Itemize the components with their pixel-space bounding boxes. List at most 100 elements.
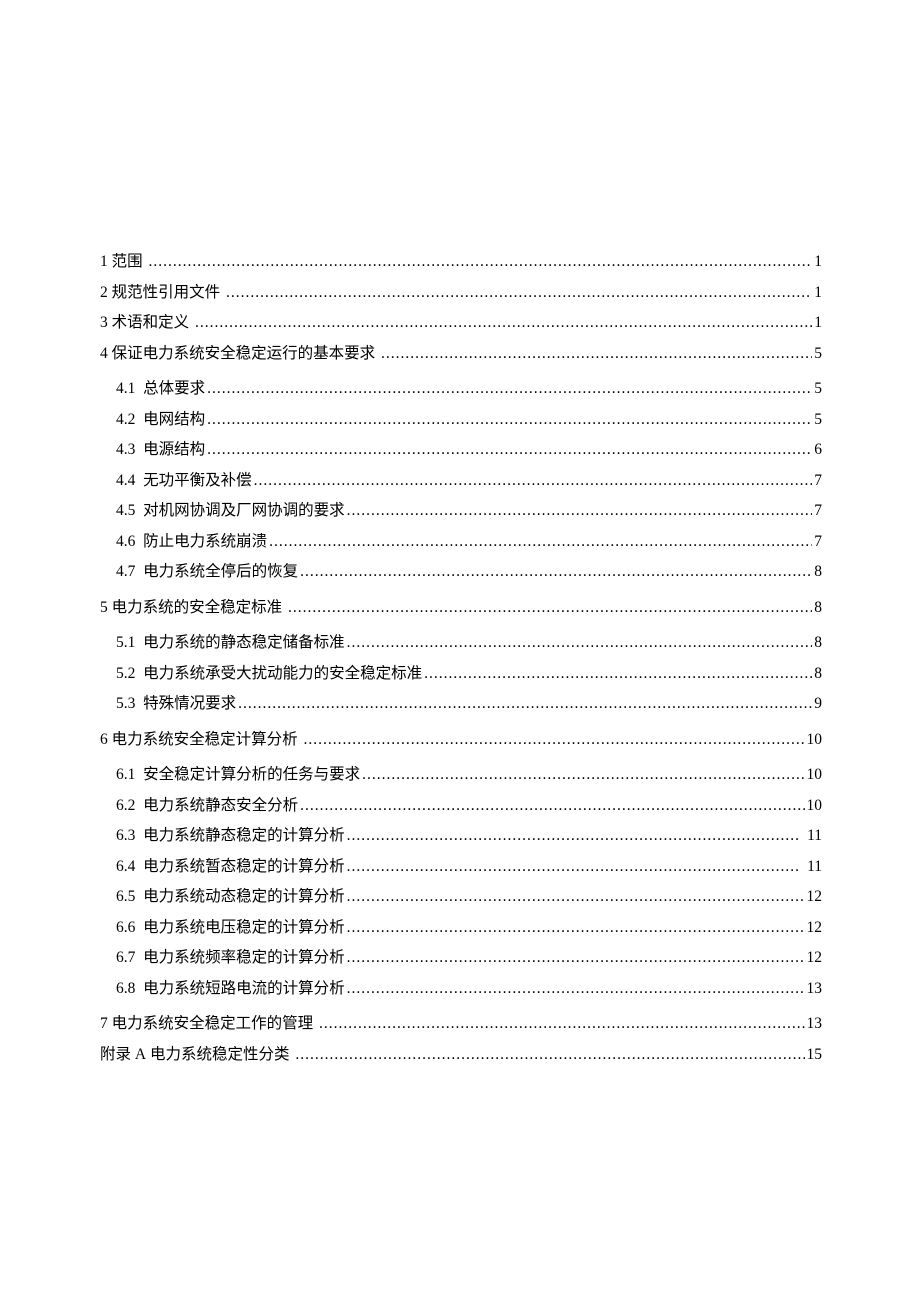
toc-leader-dots [207, 442, 812, 458]
toc-entry-number: 5 [100, 600, 108, 616]
toc-entry-page: 12 [807, 950, 823, 966]
toc-entry-number: 4.3 [116, 442, 135, 458]
toc-entry[interactable]: 4.5 对机网协调及厂网协调的要求7 [116, 503, 822, 519]
toc-entry[interactable]: 2 规范性引用文件 1 [100, 285, 822, 301]
toc-leader-dots [347, 503, 813, 519]
toc-entry-title: 电力系统静态稳定的计算分析 [135, 828, 344, 844]
toc-entry[interactable]: 4.3 电源结构6 [116, 442, 822, 458]
toc-entry-page: 1 [814, 254, 822, 270]
toc-leader-dots [319, 1016, 804, 1032]
toc-entry-title: 电力系统稳定性分类 [146, 1047, 293, 1063]
toc-entry-number: 5.1 [116, 635, 135, 651]
toc-entry-title: 术语和定义 [108, 315, 193, 331]
toc-entry[interactable]: 6 电力系统安全稳定计算分析 10 [100, 732, 822, 748]
toc-entry-title: 电力系统安全稳定工作的管理 [108, 1016, 317, 1032]
toc-entry-title: 电力系统安全稳定计算分析 [108, 732, 302, 748]
toc-entry[interactable]: 5.1 电力系统的静态稳定储备标准 8 [116, 635, 822, 651]
toc-entry-number: 4.6 [116, 534, 135, 550]
toc-page: 1 范围 12 规范性引用文件 13 术语和定义 14 保证电力系统安全稳定运行… [0, 0, 920, 1301]
toc-entry-page: 11 [803, 859, 822, 875]
toc-entry-number: 7 [100, 1016, 108, 1032]
toc-entry-page: 1 [814, 285, 822, 301]
toc-entry-title: 范围 [108, 254, 147, 270]
toc-entry[interactable]: 6.2 电力系统静态安全分析10 [116, 798, 822, 814]
toc-leader-dots [347, 889, 805, 905]
toc-entry-page: 8 [814, 564, 822, 580]
toc-leader-dots [347, 920, 805, 936]
toc-entry[interactable]: 6.7 电力系统频率稳定的计算分析 12 [116, 950, 822, 966]
toc-entry-number: 4.7 [116, 564, 135, 580]
toc-entry-number: 4.4 [116, 473, 135, 489]
toc-entry-number: 附录 A [100, 1047, 146, 1063]
toc-entry-title: 特殊情况要求 [135, 696, 236, 712]
toc-leader-dots [347, 828, 802, 844]
toc-entry-number: 6.1 [116, 767, 135, 783]
toc-entry-number: 4.1 [116, 381, 135, 397]
toc-entry[interactable]: 6.8 电力系统短路电流的计算分析13 [116, 981, 822, 997]
toc-entry[interactable]: 4.1 总体要求 5 [116, 381, 822, 397]
toc-entry[interactable]: 附录 A 电力系统稳定性分类 15 [100, 1047, 822, 1063]
toc-entry[interactable]: 5.3 特殊情况要求 9 [116, 696, 822, 712]
toc-entry-title: 无功平衡及补偿 [135, 473, 251, 489]
toc-entry-page: 9 [814, 696, 822, 712]
toc-entry[interactable]: 6.6 电力系统电压稳定的计算分析12 [116, 920, 822, 936]
toc-entry[interactable]: 7 电力系统安全稳定工作的管理 13 [100, 1016, 822, 1032]
toc-leader-dots [207, 381, 812, 397]
toc-entry-title: 电力系统全停后的恢复 [135, 564, 298, 580]
toc-leader-dots [347, 981, 805, 997]
toc-entry-title: 电力系统频率稳定的计算分析 [135, 950, 344, 966]
toc-entry[interactable]: 4.7 电力系统全停后的恢复 8 [116, 564, 822, 580]
toc-entry-title: 电力系统短路电流的计算分析 [135, 981, 344, 997]
toc-entry-title: 总体要求 [135, 381, 205, 397]
toc-leader-dots [269, 534, 812, 550]
toc-entry-number: 5.2 [116, 666, 135, 682]
toc-leader-dots [424, 666, 812, 682]
toc-leader-dots [207, 412, 812, 428]
toc-entry-page: 5 [814, 381, 822, 397]
toc-entry-number: 4.2 [116, 412, 135, 428]
toc-leader-dots [304, 732, 805, 748]
toc-entry[interactable]: 5 电力系统的安全稳定标准 8 [100, 600, 822, 616]
toc-leader-dots [347, 859, 802, 875]
toc-leader-dots [362, 767, 804, 783]
toc-entry-number: 6.7 [116, 950, 135, 966]
toc-entry[interactable]: 6.1 安全稳定计算分析的任务与要求 10 [116, 767, 822, 783]
toc-entry[interactable]: 4.2 电网结构5 [116, 412, 822, 428]
toc-entry-page: 11 [803, 828, 822, 844]
toc-entry-number: 6.2 [116, 798, 135, 814]
toc-entry-number: 5.3 [116, 696, 135, 712]
toc-entry-page: 7 [814, 534, 822, 550]
toc-entry[interactable]: 4 保证电力系统安全稳定运行的基本要求 5 [100, 346, 822, 362]
toc-entry[interactable]: 6.4 电力系统暂态稳定的计算分析 11 [116, 859, 822, 875]
toc-entry-title: 电力系统的静态稳定储备标准 [135, 635, 344, 651]
toc-leader-dots [238, 696, 812, 712]
toc-entry-title: 安全稳定计算分析的任务与要求 [135, 767, 360, 783]
toc-entry[interactable]: 1 范围 1 [100, 254, 822, 270]
toc-entry-page: 10 [807, 767, 823, 783]
toc-entry-page: 10 [807, 798, 823, 814]
toc-entry-page: 15 [807, 1047, 823, 1063]
toc-entry[interactable]: 3 术语和定义 1 [100, 315, 822, 331]
toc-entry-title: 电力系统动态稳定的计算分析 [135, 889, 344, 905]
toc-entry[interactable]: 4.4 无功平衡及补偿 7 [116, 473, 822, 489]
toc-entry[interactable]: 6.3 电力系统静态稳定的计算分析 11 [116, 828, 822, 844]
toc-entry-number: 6.8 [116, 981, 135, 997]
toc-entry[interactable]: 6.5 电力系统动态稳定的计算分析12 [116, 889, 822, 905]
toc-entry-number: 6.3 [116, 828, 135, 844]
toc-entry-title: 电力系统的安全稳定标准 [108, 600, 286, 616]
toc-leader-dots [381, 346, 812, 362]
toc-entry-title: 对机网协调及厂网协调的要求 [135, 503, 344, 519]
toc-entry-page: 8 [814, 600, 822, 616]
toc-entry-title: 防止电力系统崩溃 [135, 534, 267, 550]
toc-entry-number: 6 [100, 732, 108, 748]
toc-entry-page: 8 [814, 635, 822, 651]
toc-entry-page: 7 [814, 473, 822, 489]
toc-entry-number: 4.5 [116, 503, 135, 519]
toc-leader-dots [226, 285, 812, 301]
toc-entry[interactable]: 4.6 防止电力系统崩溃 7 [116, 534, 822, 550]
toc-entry[interactable]: 5.2 电力系统承受大扰动能力的安全稳定标准8 [116, 666, 822, 682]
toc-entry-number: 1 [100, 254, 108, 270]
toc-leader-dots [347, 635, 813, 651]
toc-entry-title: 电源结构 [135, 442, 205, 458]
toc-entry-title: 电网结构 [135, 412, 205, 428]
